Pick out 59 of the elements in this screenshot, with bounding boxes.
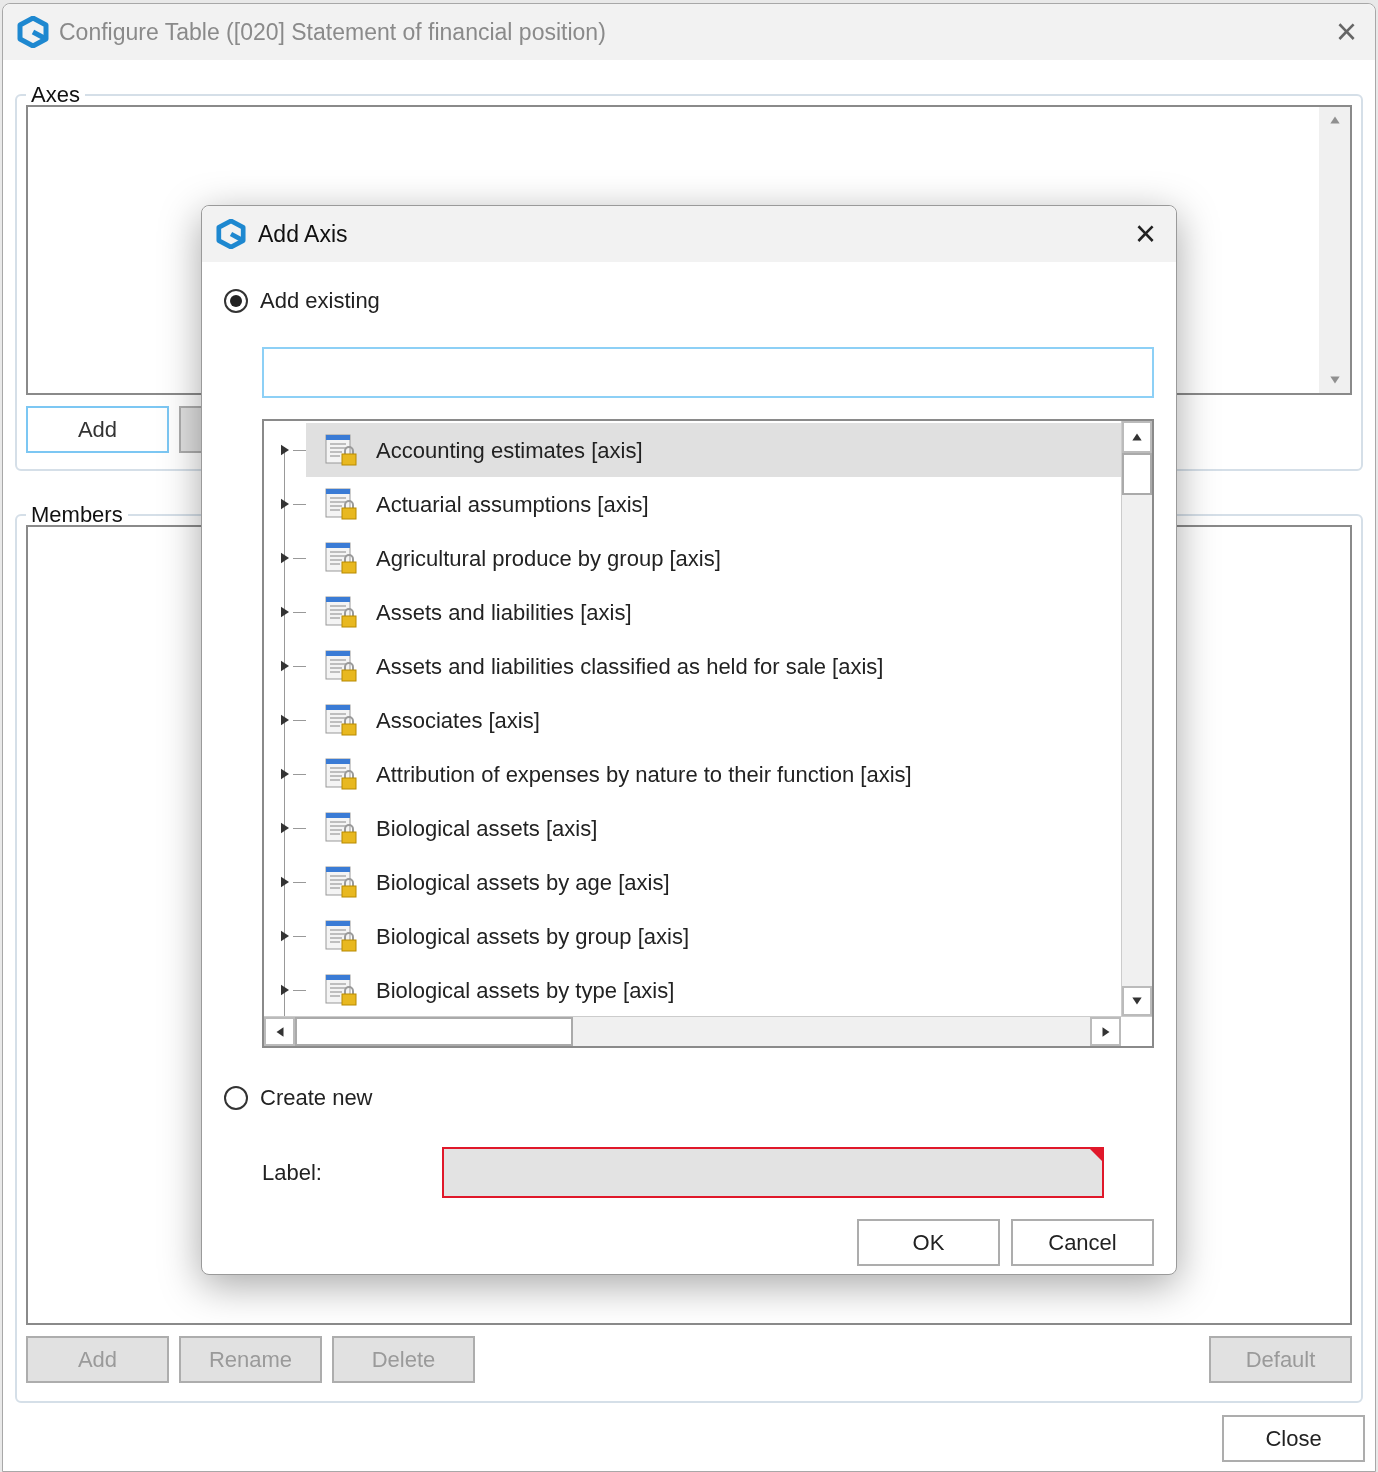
locked-document-icon (324, 811, 358, 845)
tree-item[interactable]: Accounting estimates [axis] (306, 423, 1121, 477)
app-logo-icon (17, 16, 49, 48)
tree-item-label: Agricultural produce by group [axis] (376, 544, 721, 573)
close-button[interactable]: × (1134, 216, 1156, 252)
radio-label: Add existing (260, 287, 380, 315)
locked-document-icon (324, 973, 358, 1007)
radio-button[interactable] (224, 1085, 248, 1110)
locked-document-icon (324, 919, 358, 953)
field-label: Label: (262, 1159, 323, 1187)
locked-document-icon (324, 757, 358, 791)
vertical-scrollbar[interactable] (1121, 421, 1152, 1016)
scrollbar-thumb[interactable] (1122, 453, 1152, 495)
app-logo-icon (216, 219, 246, 249)
tree-item[interactable]: Agricultural produce by group [axis] (306, 531, 1121, 585)
locked-document-icon (324, 541, 358, 575)
tree-item[interactable]: Associates [axis] (306, 693, 1121, 747)
tree-item-label: Biological assets by type [axis] (376, 976, 675, 1005)
horizontal-scrollbar[interactable] (264, 1016, 1152, 1046)
radio-label: Create new (260, 1084, 373, 1112)
tree-item[interactable]: Biological assets by age [axis] (306, 855, 1121, 909)
vertical-scrollbar[interactable] (1319, 107, 1350, 393)
tree-item-label: Biological assets by group [axis] (376, 922, 690, 951)
locked-document-icon (324, 865, 358, 899)
locked-document-icon (324, 433, 358, 467)
scrollbar-thumb[interactable] (295, 1017, 573, 1046)
dialog-button[interactable]: Add (26, 406, 169, 453)
radio-button[interactable] (224, 288, 248, 313)
tree-item-label: Assets and liabilities [axis] (376, 598, 632, 627)
tree-item-label: Biological assets [axis] (376, 814, 598, 843)
locked-document-icon (324, 487, 358, 521)
group-label: Axes (30, 81, 81, 109)
dialog-button[interactable]: OK (857, 1219, 1000, 1266)
tree-item-label: Attribution of expenses by nature to their function [axis] (376, 760, 912, 789)
dialog-button[interactable]: Close (1222, 1415, 1365, 1462)
tree-item[interactable]: Assets and liabilities classified as held for sale [axis] (306, 639, 1121, 693)
search-field[interactable] (262, 347, 1154, 398)
tree-item-label: Accounting estimates [axis] (376, 436, 643, 465)
tree-item[interactable]: Biological assets by group [axis] (306, 909, 1121, 963)
tree-item-label: Biological assets by age [axis] (376, 868, 670, 897)
dialog-title: Add Axis (258, 219, 349, 249)
tree-item[interactable]: Assets and liabilities [axis] (306, 585, 1121, 639)
dialog-button[interactable]: Cancel (1011, 1219, 1154, 1266)
locked-document-icon (324, 649, 358, 683)
tree-item-label: Associates [axis] (376, 706, 540, 735)
locked-document-icon (324, 595, 358, 629)
tree-item-label: Assets and liabilities classified as held for sale [axis] (376, 652, 884, 681)
scrollbar-corner (1121, 1017, 1152, 1046)
window-title: Configure Table ([020] Statement of financial position) (59, 17, 607, 47)
axis-tree[interactable] (262, 419, 1154, 1048)
tree-item[interactable]: Biological assets by type [axis] (306, 963, 1121, 1016)
label-field[interactable] (442, 1147, 1104, 1198)
tree-item-label: Actuarial assumptions [axis] (376, 490, 649, 519)
tree-item[interactable]: Actuarial assumptions [axis] (306, 477, 1121, 531)
locked-document-icon (324, 703, 358, 737)
tree-item[interactable]: Attribution of expenses by nature to their function [axis] (306, 747, 1121, 801)
group-label: Members (30, 501, 124, 529)
tree-item[interactable]: Biological assets [axis] (306, 801, 1121, 855)
close-button[interactable]: × (1335, 14, 1357, 50)
